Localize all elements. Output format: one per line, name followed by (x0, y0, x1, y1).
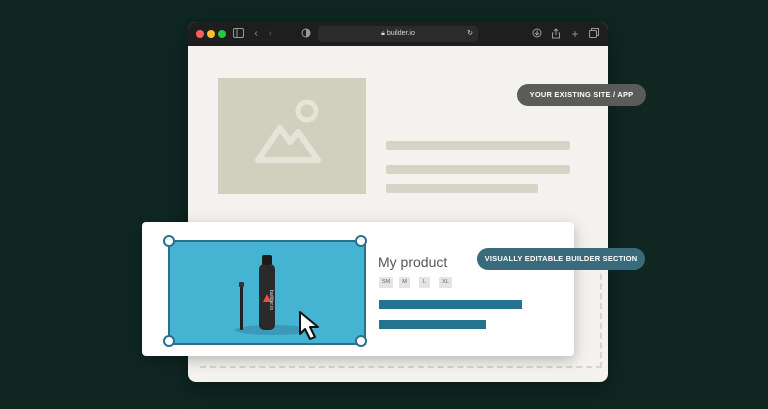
existing-site-label: YOUR EXISTING SITE / APP (517, 84, 646, 106)
zoom-window-button[interactable] (218, 30, 226, 38)
text-line-placeholder (386, 141, 570, 150)
close-window-button[interactable] (196, 30, 204, 38)
back-icon[interactable]: ‹ (250, 28, 262, 40)
lock-icon: 🔒︎ (381, 30, 385, 37)
shield-icon[interactable] (300, 28, 312, 40)
resize-handle-top-right[interactable] (355, 235, 367, 247)
new-tab-icon[interactable]: + (569, 28, 581, 40)
bottle-image: builder.io (235, 255, 319, 340)
share-icon[interactable] (550, 28, 562, 40)
browser-toolbar: ‹ › 🔒︎ builder.io ↻ + (188, 22, 608, 46)
product-description-bar (379, 300, 522, 309)
minimize-window-button[interactable] (207, 30, 215, 38)
resize-handle-bottom-right[interactable] (355, 335, 367, 347)
product-title: My product (378, 254, 448, 270)
builder-section-card[interactable]: builder.io My product SM M L XL (142, 222, 574, 356)
image-placeholder (218, 78, 366, 194)
builder-section-label: VISUALLY EDITABLE BUILDER SECTION (477, 248, 645, 270)
text-line-placeholder (386, 165, 570, 174)
url-text: builder.io (386, 30, 415, 37)
resize-handle-top-left[interactable] (163, 235, 175, 247)
product-image[interactable]: builder.io (168, 240, 366, 345)
download-icon[interactable] (531, 28, 543, 40)
svg-text:builder.io: builder.io (268, 290, 274, 310)
image-placeholder-icon (255, 99, 321, 163)
size-option[interactable]: SM (379, 277, 393, 288)
resize-handle-bottom-left[interactable] (163, 335, 175, 347)
sidebar-icon[interactable] (232, 28, 244, 40)
forward-icon[interactable]: › (264, 28, 276, 40)
reload-icon[interactable]: ↻ (467, 26, 473, 42)
text-line-placeholder (386, 184, 538, 193)
size-option[interactable]: L (419, 277, 430, 288)
tabs-icon[interactable] (588, 28, 600, 40)
product-description-bar (379, 320, 486, 329)
url-bar[interactable]: 🔒︎ builder.io ↻ (318, 26, 478, 42)
size-option[interactable]: M (399, 277, 410, 288)
size-option[interactable]: XL (439, 277, 452, 288)
cursor-icon (299, 311, 319, 340)
